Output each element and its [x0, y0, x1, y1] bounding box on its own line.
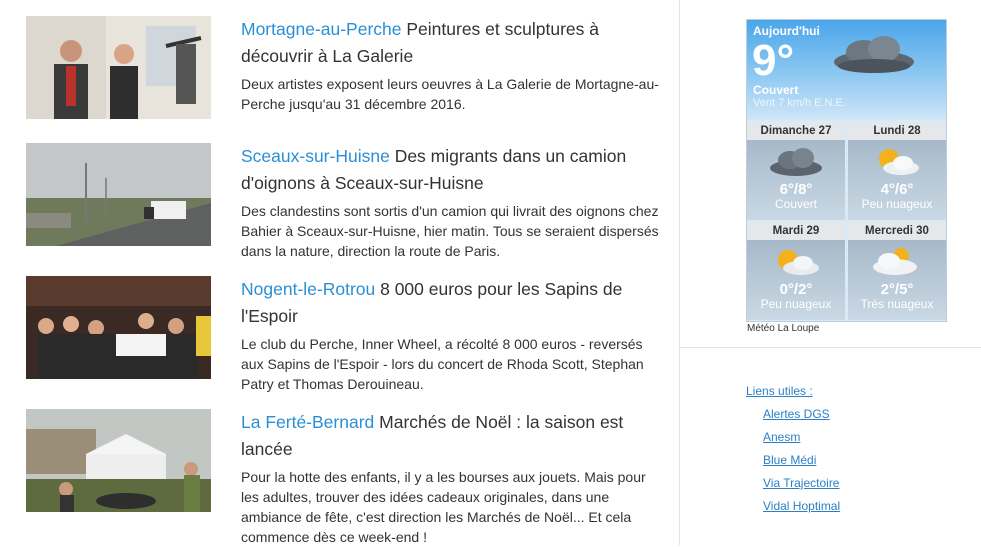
article-location[interactable]: La Ferté-Bernard — [241, 412, 374, 432]
forecast-day-label: Mardi 29 — [747, 222, 845, 240]
sun-cloud-icon — [778, 250, 819, 275]
article-title[interactable]: La Ferté-Bernard Marchés de Noël : la sa… — [241, 409, 661, 463]
sun-cloud-icon — [879, 149, 919, 175]
weather-today: Aujourd'hui 9° Couvert Vent 7 km/h E.N.E… — [747, 20, 946, 120]
weather-widget[interactable]: Aujourd'hui 9° Couvert Vent 7 km/h E.N.E… — [746, 19, 947, 322]
news-list: Mortagne-au-Perche Peintures et sculptur… — [0, 0, 680, 545]
forecast-day: Lundi 28 4°/6° Peu nuageux — [848, 122, 946, 220]
article-description: Pour la hotte des enfants, il y a les bo… — [241, 469, 646, 545]
sidebar-separator — [680, 347, 981, 348]
article-thumbnail[interactable] — [26, 276, 211, 379]
forecast-temp-range: 2°/5° — [880, 281, 914, 298]
weather-today-wind: Vent 7 km/h E.N.E. — [753, 97, 846, 109]
cloud-icon — [770, 148, 822, 176]
forecast-condition: Couvert — [774, 197, 818, 211]
cloud-icon — [834, 36, 914, 73]
weather-today-condition: Couvert — [753, 83, 799, 97]
forecast-condition: Très nuageux — [860, 297, 934, 311]
article-title[interactable]: Sceaux-sur-Huisne Des migrants dans un c… — [241, 143, 661, 197]
article-title[interactable]: Nogent-le-Rotrou 8 000 euros pour les Sa… — [241, 276, 661, 330]
column-divider — [679, 0, 680, 545]
forecast-day-label: Mercredi 30 — [848, 222, 946, 240]
article-thumbnail[interactable] — [26, 143, 211, 246]
link-via-trajectoire[interactable]: Via Trajectoire — [763, 476, 839, 490]
article-description: Deux artistes exposent leurs oeuvres à L… — [241, 76, 659, 112]
article-location[interactable]: Mortagne-au-Perche — [241, 19, 402, 39]
link-vidal-hoptimal[interactable]: Vidal Hoptimal — [763, 499, 840, 513]
link-blue-medi[interactable]: Blue Médi — [763, 453, 816, 467]
weather-today-temp: 9° — [752, 36, 795, 85]
article-thumbnail[interactable] — [26, 16, 211, 119]
article-location[interactable]: Sceaux-sur-Huisne — [241, 146, 390, 166]
article-title[interactable]: Mortagne-au-Perche Peintures et sculptur… — [241, 16, 661, 70]
forecast-temp-range: 0°/2° — [779, 281, 813, 298]
weather-caption: Météo La Loupe — [747, 323, 820, 334]
article-description: Le club du Perche, Inner Wheel, a récolt… — [241, 336, 644, 392]
article-description: Des clandestins sont sortis d'un camion … — [241, 203, 659, 259]
forecast-temp-range: 6°/8° — [779, 181, 813, 198]
forecast-temp-range: 4°/6° — [880, 181, 914, 198]
forecast-day: Mardi 29 0°/2° Peu nuageux — [747, 222, 845, 320]
cloud-sun-icon — [873, 248, 917, 275]
link-anesm[interactable]: Anesm — [763, 430, 800, 444]
article-location[interactable]: Nogent-le-Rotrou — [241, 279, 375, 299]
article-thumbnail[interactable] — [26, 409, 211, 512]
forecast-day-label: Dimanche 27 — [747, 122, 845, 140]
forecast-condition: Peu nuageux — [861, 197, 933, 211]
forecast-day: Mercredi 30 2°/5° Très nuageux — [848, 222, 946, 320]
forecast-condition: Peu nuageux — [760, 297, 832, 311]
forecast-day-label: Lundi 28 — [848, 122, 946, 140]
useful-links-title[interactable]: Liens utiles : — [746, 384, 813, 398]
link-alertes-dgs[interactable]: Alertes DGS — [763, 407, 830, 421]
forecast-day: Dimanche 27 6°/8° Couvert — [747, 122, 845, 220]
